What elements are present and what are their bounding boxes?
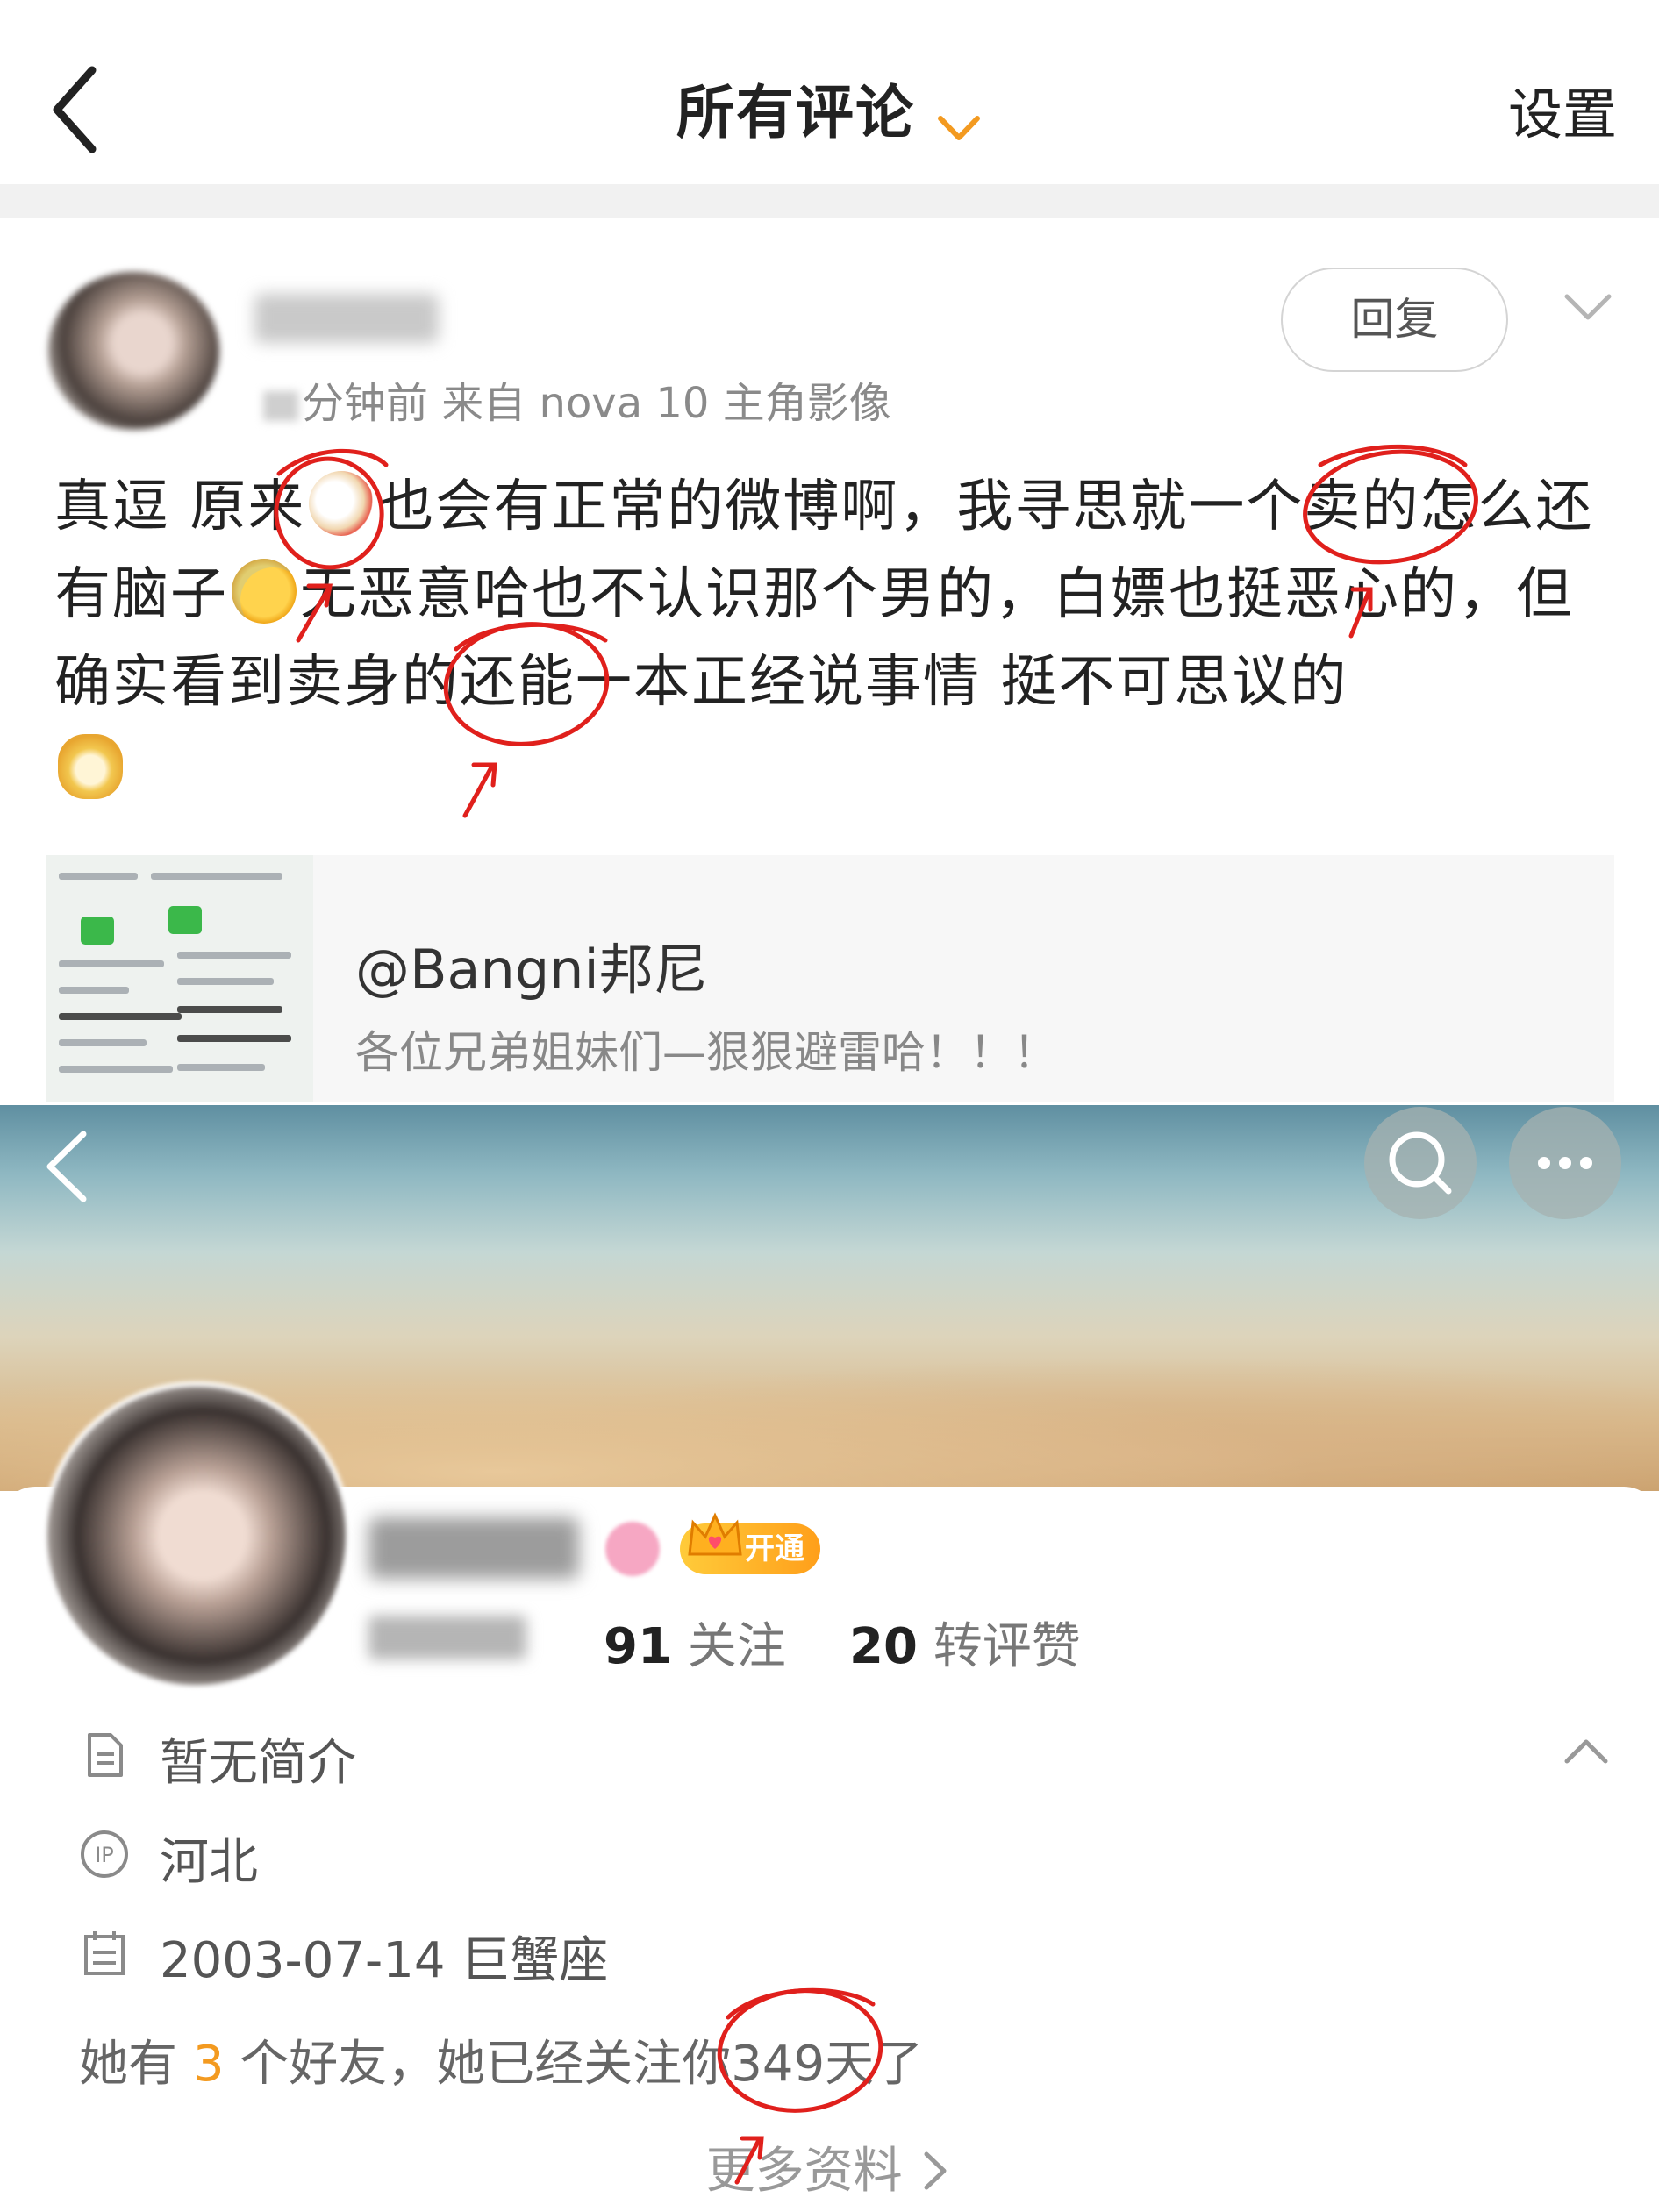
chevron-right-icon <box>924 2151 947 2190</box>
ip-location-icon: IP <box>81 1830 128 1878</box>
comment-body: 真逗 原来 也会有正常的微博啊，我寻思就一个卖的怎么还有脑子 无恶意哈也不认识那个男… <box>54 463 1616 814</box>
comments-filter-dropdown[interactable]: 所有评论 <box>0 66 1659 150</box>
chevron-down-icon[interactable] <box>1562 289 1614 325</box>
profile-name-redacted <box>368 1517 579 1579</box>
fans-count-redacted <box>368 1616 526 1659</box>
annotation-stroke <box>1318 444 1468 467</box>
more-dots-icon <box>1538 1157 1592 1169</box>
document-icon <box>88 1733 123 1777</box>
friends-count[interactable]: 3 <box>193 2036 225 2093</box>
svg-text:IP: IP <box>95 1843 114 1867</box>
profile-avatar[interactable] <box>42 1381 351 1690</box>
search-button[interactable] <box>1364 1107 1477 1219</box>
chevron-up-icon[interactable] <box>1562 1735 1611 1766</box>
more-info-label: 更多资料 <box>705 2143 903 2200</box>
more-options-button[interactable] <box>1509 1107 1621 1219</box>
profile-birthday: 2003-07-14 巨蟹座 <box>160 1932 609 1989</box>
page-title: 所有评论 <box>676 79 915 146</box>
chevron-down-icon <box>938 115 981 140</box>
doge-emoji-icon <box>58 734 123 799</box>
section-divider <box>0 184 1659 218</box>
member-badge-icon[interactable] <box>605 1522 660 1576</box>
more-info-link[interactable]: 更多资料 <box>0 2131 1659 2202</box>
profile-bio: 暂无简介 <box>160 1735 356 1792</box>
profile-ip-location: 河北 <box>160 1834 258 1891</box>
chicken-emoji-icon <box>309 471 375 536</box>
redacted-number <box>263 391 298 421</box>
following-stat[interactable]: 91 关注 <box>604 1607 786 1678</box>
interactions-count: 20 <box>849 1618 918 1675</box>
crown-icon <box>688 1512 742 1556</box>
shared-post-thumbnail[interactable] <box>46 855 313 1102</box>
following-count: 91 <box>604 1618 672 1675</box>
shared-post-author[interactable]: @Bangni邦尼 <box>355 925 708 1004</box>
search-icon <box>1389 1131 1452 1195</box>
friends-info: 她有 3 个好友，她已经关注你349天了 <box>79 2024 923 2095</box>
reply-button[interactable]: 回复 <box>1281 268 1508 372</box>
calendar-icon <box>84 1931 125 1975</box>
shared-post-description: 各位兄弟姐妹们—狠狠避雷哈！！！ <box>355 1027 1057 1078</box>
friends-text-suffix: 个好友，她已经关注你349天了 <box>240 2036 924 2093</box>
interactions-label: 转评赞 <box>933 1618 1081 1675</box>
settings-button[interactable]: 设置 <box>1508 70 1617 149</box>
interactions-stat[interactable]: 20 转评赞 <box>849 1607 1081 1678</box>
friends-text-prefix: 她有 <box>79 2036 177 2093</box>
comment-meta: 分钟前 来自 nova 10 主角影像 <box>263 368 891 430</box>
comment-meta-text: 分钟前 来自 nova 10 主角影像 <box>302 379 891 428</box>
crying-emoji-icon <box>232 559 297 624</box>
commenter-avatar[interactable] <box>48 272 219 430</box>
commenter-name-redacted[interactable] <box>254 294 439 343</box>
back-arrow-icon[interactable] <box>39 1127 101 1206</box>
following-label: 关注 <box>687 1618 786 1675</box>
comment-text-part: 真逗 原来 <box>54 475 306 539</box>
